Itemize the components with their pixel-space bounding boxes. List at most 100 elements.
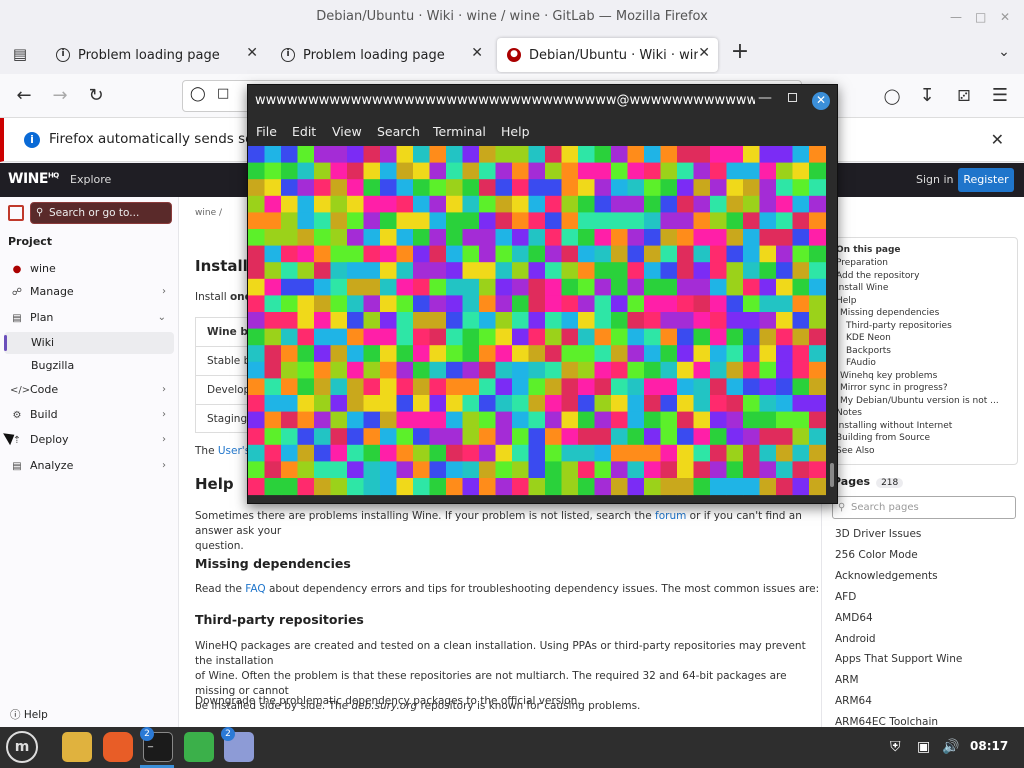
scrollbar-thumb[interactable] <box>830 463 834 487</box>
explore-link[interactable]: Explore <box>70 173 111 186</box>
terminal-menu-view[interactable]: View <box>332 124 362 139</box>
toc-item[interactable]: FAudio <box>846 358 876 368</box>
network-tray-icon[interactable]: ▣ <box>917 739 930 755</box>
sidebar-item-wine[interactable]: ● wine <box>4 258 174 280</box>
tab-debian-ubuntu-wiki[interactable]: ● Debian/Ubuntu · Wiki · wine ✕ <box>497 38 718 72</box>
toc-item[interactable]: Add the repository <box>836 271 919 281</box>
sidebar-item-wiki[interactable]: Wiki <box>4 332 174 354</box>
sidebar-item-plan[interactable]: ▤ Plan ⌄ <box>4 307 174 329</box>
back-icon[interactable]: ← <box>10 82 38 110</box>
terminal-minimize-icon[interactable]: — <box>758 90 772 106</box>
faq-link[interactable]: FAQ <box>245 583 265 595</box>
toc-item[interactable]: See Also <box>836 446 875 456</box>
page-link[interactable]: Acknowledgements <box>835 570 938 582</box>
color-cell <box>776 411 793 429</box>
color-cell <box>330 229 348 247</box>
shield-icon[interactable] <box>184 732 214 762</box>
close-icon[interactable]: ✕ <box>1000 0 1010 34</box>
tab-close-icon[interactable]: ✕ <box>698 45 710 61</box>
terminal-menu-file[interactable]: File <box>256 124 277 139</box>
toc-item[interactable]: Backports <box>846 346 891 356</box>
page-link[interactable]: ARM <box>835 674 859 686</box>
breadcrumb[interactable]: wine / <box>195 206 222 221</box>
pocket-icon[interactable]: ◯ <box>878 82 906 110</box>
terminal-close-icon[interactable]: ✕ <box>812 92 830 110</box>
toc-item[interactable]: Building from Source <box>836 433 930 443</box>
maximize-icon[interactable]: □ <box>975 0 986 34</box>
tab-close-icon[interactable]: ✕ <box>246 45 258 61</box>
security-tray-icon[interactable]: ⛨ <box>890 739 901 755</box>
toc-item[interactable]: Help <box>836 296 857 306</box>
sidebar-toggle-icon[interactable] <box>8 205 24 221</box>
color-cell <box>281 212 298 230</box>
firefox-icon[interactable] <box>103 732 133 762</box>
color-cell <box>693 179 711 197</box>
notification-close-icon[interactable]: ✕ <box>991 130 1004 149</box>
page-link[interactable]: 3D Driver Issues <box>835 528 921 540</box>
toc-item[interactable]: Install Wine <box>836 283 888 293</box>
clock[interactable]: 08:17 <box>970 739 1008 753</box>
users-guide-link[interactable]: User's <box>218 445 250 457</box>
volume-tray-icon[interactable]: 🔊 <box>942 739 959 755</box>
toc-item[interactable]: Missing dependencies <box>840 308 939 318</box>
color-cell <box>429 179 447 197</box>
toc-item[interactable]: KDE Neon <box>846 333 891 343</box>
toc-item[interactable]: Mirror sync in progress? <box>840 383 948 393</box>
menu-icon[interactable]: ☰ <box>986 82 1014 110</box>
toc-item[interactable]: Third-party repositories <box>846 321 952 331</box>
terminal-maximize-icon[interactable] <box>788 93 797 102</box>
sidebar-item-bugzilla[interactable]: Bugzilla <box>4 355 174 377</box>
tab-overview-icon[interactable]: ▤ <box>6 40 34 68</box>
downloads-icon[interactable]: ↧ <box>913 82 941 110</box>
register-button[interactable]: Register <box>958 168 1014 192</box>
color-cell <box>759 162 777 180</box>
color-cell <box>792 312 810 330</box>
menu-icon[interactable]: m <box>6 731 38 763</box>
reload-icon[interactable]: ↻ <box>82 82 110 110</box>
lock-icon[interactable]: □ <box>217 86 229 101</box>
pages-search-input[interactable]: ⚲ Search pages <box>832 496 1016 519</box>
sidebar-item-code[interactable]: </>Code › <box>4 379 174 401</box>
terminal-menu-terminal[interactable]: Terminal <box>433 124 486 139</box>
terminal-scrollbar[interactable] <box>830 147 834 487</box>
sidebar-item-analyze[interactable]: ▤ Analyze › <box>4 455 174 477</box>
sidebar-search[interactable]: ⚲ Search or go to... <box>30 202 172 224</box>
minimize-icon[interactable]: — <box>950 0 962 34</box>
terminal-window[interactable]: wwwwwwwwwwwwwwwwwwwwwwwwwwwwwwwwww@wwwww… <box>247 84 838 504</box>
toc-item[interactable]: Notes <box>836 408 862 418</box>
sidebar-item-manage[interactable]: ☍ Manage › <box>4 281 174 303</box>
list-all-tabs-icon[interactable]: ⌄ <box>990 38 1018 66</box>
winehq-logo[interactable]: WINEHQ <box>8 171 59 187</box>
files-icon[interactable] <box>62 732 92 762</box>
new-tab-icon[interactable]: + <box>726 38 754 66</box>
color-cell <box>330 245 348 263</box>
toc-item[interactable]: Preparation <box>836 258 888 268</box>
terminal-menu-help[interactable]: Help <box>501 124 530 139</box>
shield-icon[interactable]: ◯ <box>190 86 206 102</box>
forward-icon[interactable]: → <box>46 82 74 110</box>
color-cell <box>611 361 628 379</box>
forum-link[interactable]: forum <box>655 510 686 522</box>
toc-item[interactable]: My Debian/Ubuntu version is not ... <box>840 396 999 406</box>
page-link[interactable]: Android <box>835 633 876 645</box>
page-link[interactable]: 256 Color Mode <box>835 549 918 561</box>
tab-problem-1[interactable]: i Problem loading page ✕ <box>46 38 266 72</box>
sidebar-item-build[interactable]: ⚙ Build › <box>4 404 174 426</box>
page-link[interactable]: AFD <box>835 591 856 603</box>
terminal-menu-search[interactable]: Search <box>377 124 420 139</box>
install-text: Install one <box>195 291 252 303</box>
page-link[interactable]: ARM64 <box>835 695 872 707</box>
page-link[interactable]: Apps That Support Wine <box>835 653 962 665</box>
color-cell <box>677 361 694 379</box>
sidebar-item-deploy[interactable]: ⇡ Deploy › <box>4 429 174 451</box>
sidebar: ⚲ Search or go to... Project ● wine ☍ Mana… <box>0 197 179 727</box>
tab-problem-2[interactable]: i Problem loading page ✕ <box>271 38 491 72</box>
tab-close-icon[interactable]: ✕ <box>471 45 483 61</box>
sidebar-help[interactable]: ⓘ Help <box>10 707 48 722</box>
page-link[interactable]: AMD64 <box>835 612 873 624</box>
sign-in-link[interactable]: Sign in <box>916 173 954 186</box>
toc-item[interactable]: Installing without Internet <box>836 421 952 431</box>
terminal-menu-edit[interactable]: Edit <box>292 124 316 139</box>
extensions-icon[interactable]: ⚂ <box>950 82 978 110</box>
toc-item[interactable]: Winehq key problems <box>840 371 937 381</box>
